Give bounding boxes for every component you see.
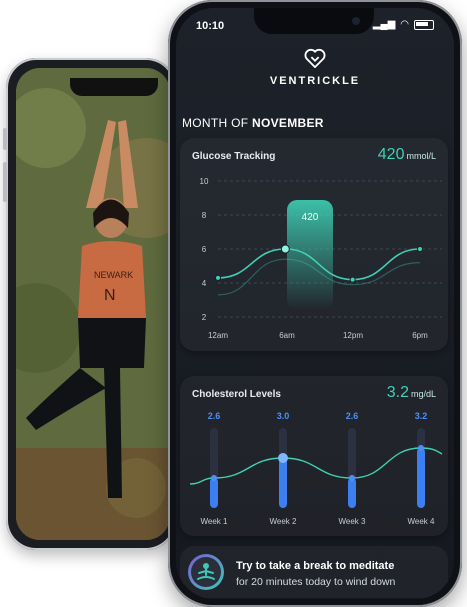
svg-text:NEWARK: NEWARK	[94, 270, 133, 280]
highlight-label: 420	[302, 212, 319, 223]
y-tick: 2	[202, 313, 207, 322]
y-tick: 6	[202, 245, 207, 254]
tip-subtitle: for 20 minutes today to wind down	[236, 576, 396, 588]
cholesterol-card[interactable]: Cholesterol Levels 3.2 mg/dL 2.6 3.0 2.6 …	[180, 376, 448, 536]
meditation-icon	[188, 554, 224, 590]
side-button	[3, 128, 7, 150]
month-name: NOVEMBER	[252, 116, 324, 130]
yoga-photo: NEWARK N	[16, 68, 170, 540]
glucose-chart: 420 10 8 6 4 2 12am 6am 12pm 6pm	[200, 177, 442, 340]
glucose-card[interactable]: Glucose Tracking 420 mmol/L 420 10 8 6 4…	[180, 138, 448, 351]
y-tick: 8	[202, 211, 207, 220]
week-label: Week 4	[408, 517, 436, 526]
month-prefix: MONTH OF	[182, 116, 249, 130]
week-value: 2.6	[208, 411, 221, 421]
y-tick: 10	[200, 177, 209, 186]
camera-icon	[352, 17, 360, 25]
tip-title: Try to take a break to meditate	[236, 560, 395, 572]
week-value: 3.0	[277, 411, 290, 421]
data-point[interactable]	[349, 276, 356, 283]
app-screen: 10:10 ▂▄▆ ◠ VENTRICKLE MONTH OF NOVEMBER…	[176, 8, 454, 599]
trend-point[interactable]	[418, 445, 424, 451]
week-value: 2.6	[346, 411, 359, 421]
week-label: Week 1	[201, 517, 229, 526]
y-tick: 4	[202, 279, 207, 288]
notch	[254, 8, 374, 34]
x-tick: 6pm	[412, 331, 428, 340]
brand-name: VENTRICKLE	[269, 75, 361, 87]
photo-screen: NEWARK N	[16, 68, 170, 540]
app-logo: VENTRICKLE	[176, 48, 454, 87]
trend-point[interactable]	[211, 475, 217, 481]
week-label: Week 3	[339, 517, 367, 526]
status-icons: ▂▄▆ ◠	[373, 19, 434, 30]
x-tick: 6am	[279, 331, 295, 340]
meditating-person-icon	[197, 563, 215, 580]
back-notch	[70, 78, 158, 96]
wifi-icon: ◠	[400, 19, 409, 30]
svg-text:N: N	[104, 287, 116, 304]
status-time: 10:10	[196, 20, 225, 32]
data-point[interactable]	[280, 244, 290, 254]
front-phone: 10:10 ▂▄▆ ◠ VENTRICKLE MONTH OF NOVEMBER…	[168, 0, 462, 607]
meditation-tip-card[interactable]: Try to take a break to meditate for 20 m…	[180, 546, 448, 598]
side-button	[3, 162, 7, 202]
meditation-icon-inner	[191, 557, 221, 587]
week-label: Week 2	[270, 517, 298, 526]
cholesterol-chart: 2.6 3.0 2.6 3.2 Week 1 Week 2 Week 3 Wee…	[189, 411, 443, 526]
x-tick: 12am	[208, 331, 228, 340]
bar[interactable]	[417, 448, 425, 508]
bar[interactable]	[348, 478, 356, 508]
data-point[interactable]	[215, 274, 221, 281]
bar[interactable]	[210, 478, 218, 508]
trend-point[interactable]	[278, 453, 288, 463]
trend-line	[189, 447, 443, 485]
x-tick: 12pm	[343, 331, 363, 340]
data-point[interactable]	[417, 246, 423, 252]
bar[interactable]	[279, 458, 287, 508]
battery-icon	[414, 19, 434, 30]
signal-icon: ▂▄▆	[372, 19, 396, 30]
back-phone: NEWARK N	[3, 58, 176, 550]
heart-logo-icon	[304, 48, 326, 69]
month-heading: MONTH OF NOVEMBER	[182, 116, 324, 130]
trend-point[interactable]	[349, 475, 355, 481]
week-value: 3.2	[415, 411, 428, 421]
